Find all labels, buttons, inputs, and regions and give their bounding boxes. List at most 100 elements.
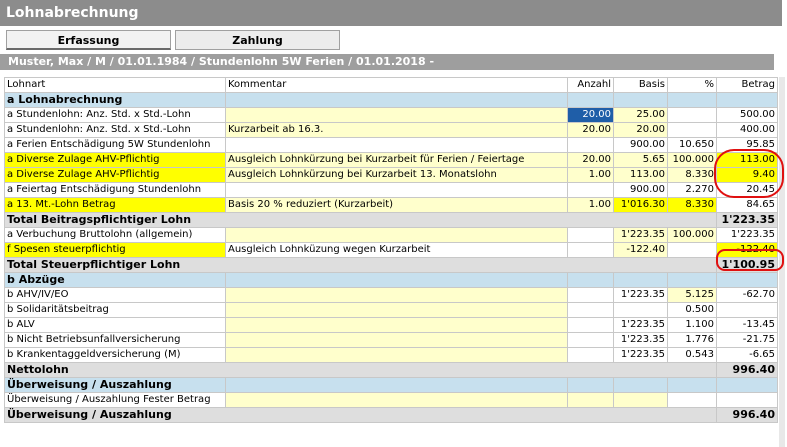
cell-betrag[interactable]: -122.40 [716, 242, 778, 258]
table-row[interactable]: b ALV 1'223.35 1.100 -13.45 [4, 317, 778, 333]
cell-kommentar[interactable] [225, 107, 568, 123]
table-row[interactable]: a 13. Mt.-Lohn Betrag Basis 20 % reduzier… [4, 197, 778, 213]
cell-kommentar[interactable] [225, 302, 568, 318]
cell-pct[interactable]: 8.330 [667, 197, 717, 213]
cell-lohnart[interactable]: a Stundenlohn: Anz. Std. x Std.-Lohn [4, 107, 226, 123]
cell-basis[interactable]: 900.00 [613, 137, 668, 153]
cell-betrag[interactable] [716, 302, 778, 318]
cell-betrag[interactable]: -6.65 [716, 347, 778, 363]
cell-anzahl[interactable] [567, 242, 614, 258]
cell-anzahl[interactable] [567, 347, 614, 363]
cell-lohnart[interactable]: a 13. Mt.-Lohn Betrag [4, 197, 226, 213]
cell-pct[interactable]: 10.650 [667, 137, 717, 153]
cell-pct[interactable]: 5.125 [667, 287, 717, 303]
tab-zahlung[interactable]: Zahlung [175, 30, 340, 50]
table-row[interactable]: a Verbuchung Bruttolohn (allgemein) 1'223… [4, 227, 778, 243]
cell-betrag[interactable]: 113.00 [716, 152, 778, 168]
cell-basis[interactable]: 1'223.35 [613, 227, 668, 243]
cell-anzahl[interactable] [567, 287, 614, 303]
table-row[interactable]: a Diverse Zulage AHV-Pflichtig Ausgleich … [4, 167, 778, 183]
table-row[interactable]: a Ferien Entschädigung 5W Stundenlohn 900… [4, 137, 778, 153]
cell-lohnart[interactable]: a Ferien Entschädigung 5W Stundenlohn [4, 137, 226, 153]
cell-pct[interactable] [667, 392, 717, 408]
cell-kommentar[interactable] [225, 287, 568, 303]
section-row[interactable]: b Abzüge [4, 272, 778, 288]
cell-anzahl[interactable] [567, 332, 614, 348]
cell-betrag[interactable]: -21.75 [716, 332, 778, 348]
cell-kommentar[interactable] [225, 227, 568, 243]
cell-basis[interactable]: 900.00 [613, 182, 668, 198]
cell-pct[interactable]: 1.100 [667, 317, 717, 333]
table-row[interactable]: b Krankentaggeldversicherung (M) 1'223.35… [4, 347, 778, 363]
cell-pct[interactable]: 1.776 [667, 332, 717, 348]
table-row[interactable]: b Solidaritätsbeitrag 0.500 [4, 302, 778, 318]
cell-basis[interactable]: 1'223.35 [613, 317, 668, 333]
cell-pct[interactable] [667, 107, 717, 123]
cell-lohnart[interactable]: f Spesen steuerpflichtig [4, 242, 226, 258]
cell-betrag[interactable]: 9.40 [716, 167, 778, 183]
cell-lohnart[interactable]: b ALV [4, 317, 226, 333]
cell-anzahl[interactable]: 20.00 [567, 152, 614, 168]
cell-betrag[interactable]: 500.00 [716, 107, 778, 123]
cell-anzahl[interactable] [567, 227, 614, 243]
cell-betrag[interactable]: 400.00 [716, 122, 778, 138]
col-header-anzahl[interactable]: Anzahl [567, 77, 614, 93]
cell-anzahl[interactable]: 20.00 [567, 122, 614, 138]
cell-kommentar[interactable]: Ausgleich Lohnkürzung bei Kurzarbeit 13.… [225, 167, 568, 183]
cell-lohnart[interactable]: b Krankentaggeldversicherung (M) [4, 347, 226, 363]
cell-anzahl[interactable]: 1.00 [567, 167, 614, 183]
table-row[interactable]: a Stundenlohn: Anz. Std. x Std.-Lohn 20.0… [4, 107, 778, 123]
cell-basis[interactable]: 1'016.30 [613, 197, 668, 213]
cell-betrag[interactable]: -62.70 [716, 287, 778, 303]
cell-lohnart[interactable]: a Feiertag Entschädigung Stundenlohn [4, 182, 226, 198]
cell-basis[interactable] [613, 302, 668, 318]
cell-lohnart[interactable]: a Stundenlohn: Anz. Std. x Std.-Lohn [4, 122, 226, 138]
cell-kommentar[interactable] [225, 332, 568, 348]
cell-basis[interactable]: 113.00 [613, 167, 668, 183]
cell-basis[interactable]: 1'223.35 [613, 287, 668, 303]
total-row[interactable]: Überweisung / Auszahlung 996.40 [4, 407, 778, 423]
cell-anzahl[interactable] [567, 392, 614, 408]
col-header-basis[interactable]: Basis [613, 77, 668, 93]
cell-basis[interactable] [613, 392, 668, 408]
cell-betrag[interactable] [716, 392, 778, 408]
cell-kommentar[interactable]: Ausgleich Lohnkürzung bei Kurzarbeit für… [225, 152, 568, 168]
cell-betrag[interactable]: -13.45 [716, 317, 778, 333]
cell-lohnart[interactable]: a Verbuchung Bruttolohn (allgemein) [4, 227, 226, 243]
cell-betrag[interactable]: 1'223.35 [716, 227, 778, 243]
col-header-lohnart[interactable]: Lohnart [4, 77, 226, 93]
cell-pct[interactable]: 100.000 [667, 152, 717, 168]
cell-kommentar[interactable]: Ausgleich Lohnküzung wegen Kurzarbeit [225, 242, 568, 258]
cell-basis[interactable]: 1'223.35 [613, 332, 668, 348]
cell-basis[interactable]: 25.00 [613, 107, 668, 123]
cell-kommentar[interactable] [225, 392, 568, 408]
cell-pct[interactable]: 2.270 [667, 182, 717, 198]
table-row[interactable]: a Diverse Zulage AHV-Pflichtig Ausgleich … [4, 152, 778, 168]
col-header-pct[interactable]: % [667, 77, 717, 93]
cell-betrag[interactable]: 20.45 [716, 182, 778, 198]
cell-kommentar[interactable] [225, 317, 568, 333]
table-row[interactable]: a Feiertag Entschädigung Stundenlohn 900.… [4, 182, 778, 198]
cell-anzahl[interactable] [567, 137, 614, 153]
cell-basis[interactable]: -122.40 [613, 242, 668, 258]
cell-kommentar[interactable]: Basis 20 % reduziert (Kurzarbeit) [225, 197, 568, 213]
cell-lohnart[interactable]: a Diverse Zulage AHV-Pflichtig [4, 152, 226, 168]
section-row[interactable]: Überweisung / Auszahlung [4, 377, 778, 393]
cell-lohnart[interactable]: b Nicht Betriebsunfallversicherung [4, 332, 226, 348]
table-row[interactable]: f Spesen steuerpflichtig Ausgleich Lohnkü… [4, 242, 778, 258]
cell-kommentar[interactable]: Kurzarbeit ab 16.3. [225, 122, 568, 138]
cell-anzahl[interactable]: 1.00 [567, 197, 614, 213]
table-row[interactable]: a Stundenlohn: Anz. Std. x Std.-Lohn Kurz… [4, 122, 778, 138]
cell-betrag[interactable]: 95.85 [716, 137, 778, 153]
total-row[interactable]: Total Beitragspflichtiger Lohn 1'223.35 [4, 212, 778, 228]
cell-betrag[interactable]: 84.65 [716, 197, 778, 213]
cell-anzahl[interactable] [567, 182, 614, 198]
col-header-betrag[interactable]: Betrag [716, 77, 778, 93]
col-header-kommentar[interactable]: Kommentar [225, 77, 568, 93]
cell-basis[interactable]: 1'223.35 [613, 347, 668, 363]
total-row[interactable]: Total Steuerpflichtiger Lohn 1'100.95 [4, 257, 778, 273]
cell-kommentar[interactable] [225, 182, 568, 198]
cell-lohnart[interactable]: b Solidaritätsbeitrag [4, 302, 226, 318]
cell-lohnart[interactable]: b AHV/IV/EO [4, 287, 226, 303]
cell-pct[interactable]: 0.500 [667, 302, 717, 318]
